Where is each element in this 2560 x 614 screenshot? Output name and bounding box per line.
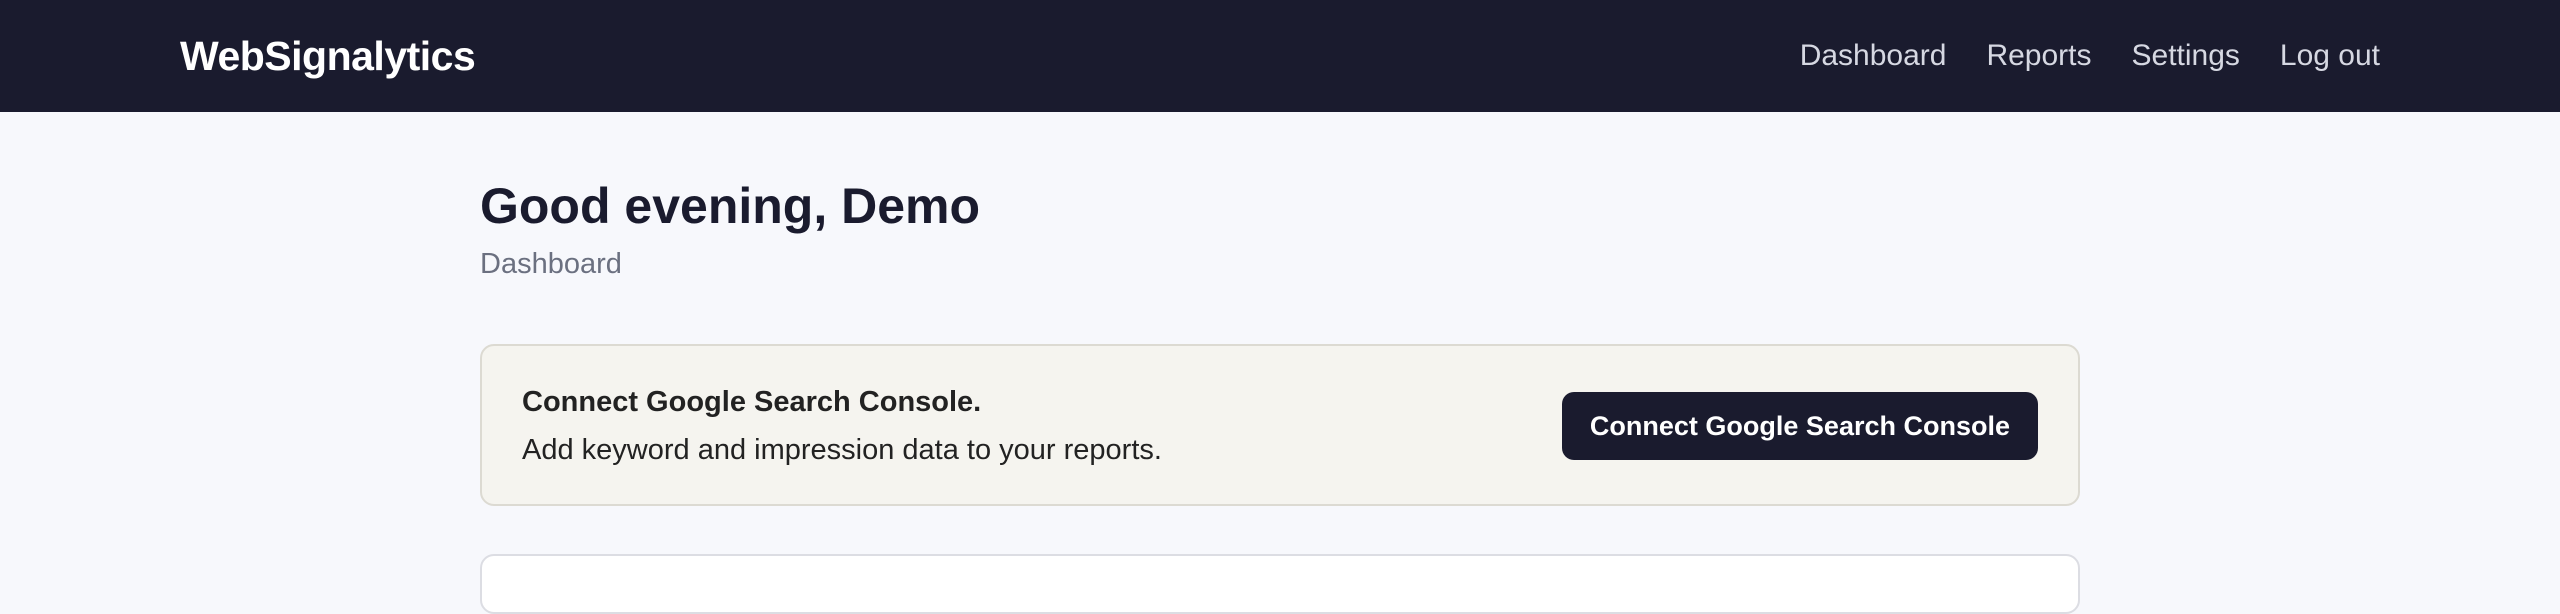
brand-logo[interactable]: WebSignalytics (180, 30, 476, 82)
connect-gsc-description: Add keyword and impression data to your … (522, 434, 1162, 466)
connect-gsc-title: Connect Google Search Console. (522, 386, 982, 418)
page-subtitle: Dashboard (480, 248, 622, 280)
nav-link-logout[interactable]: Log out (2280, 30, 2380, 82)
nav-link-reports[interactable]: Reports (1986, 30, 2091, 82)
connect-gsc-card: Connect Google Search Console. Add keywo… (480, 344, 2080, 506)
main-nav: Dashboard Reports Settings Log out (1800, 30, 2380, 82)
nav-link-settings[interactable]: Settings (2132, 30, 2240, 82)
connect-gsc-button[interactable]: Connect Google Search Console (1561, 392, 2038, 460)
page-title: Good evening, Demo (480, 178, 981, 234)
nav-link-dashboard[interactable]: Dashboard (1800, 30, 1947, 82)
top-navbar: WebSignalytics Dashboard Reports Setting… (0, 0, 2560, 112)
content-card (480, 554, 2080, 614)
